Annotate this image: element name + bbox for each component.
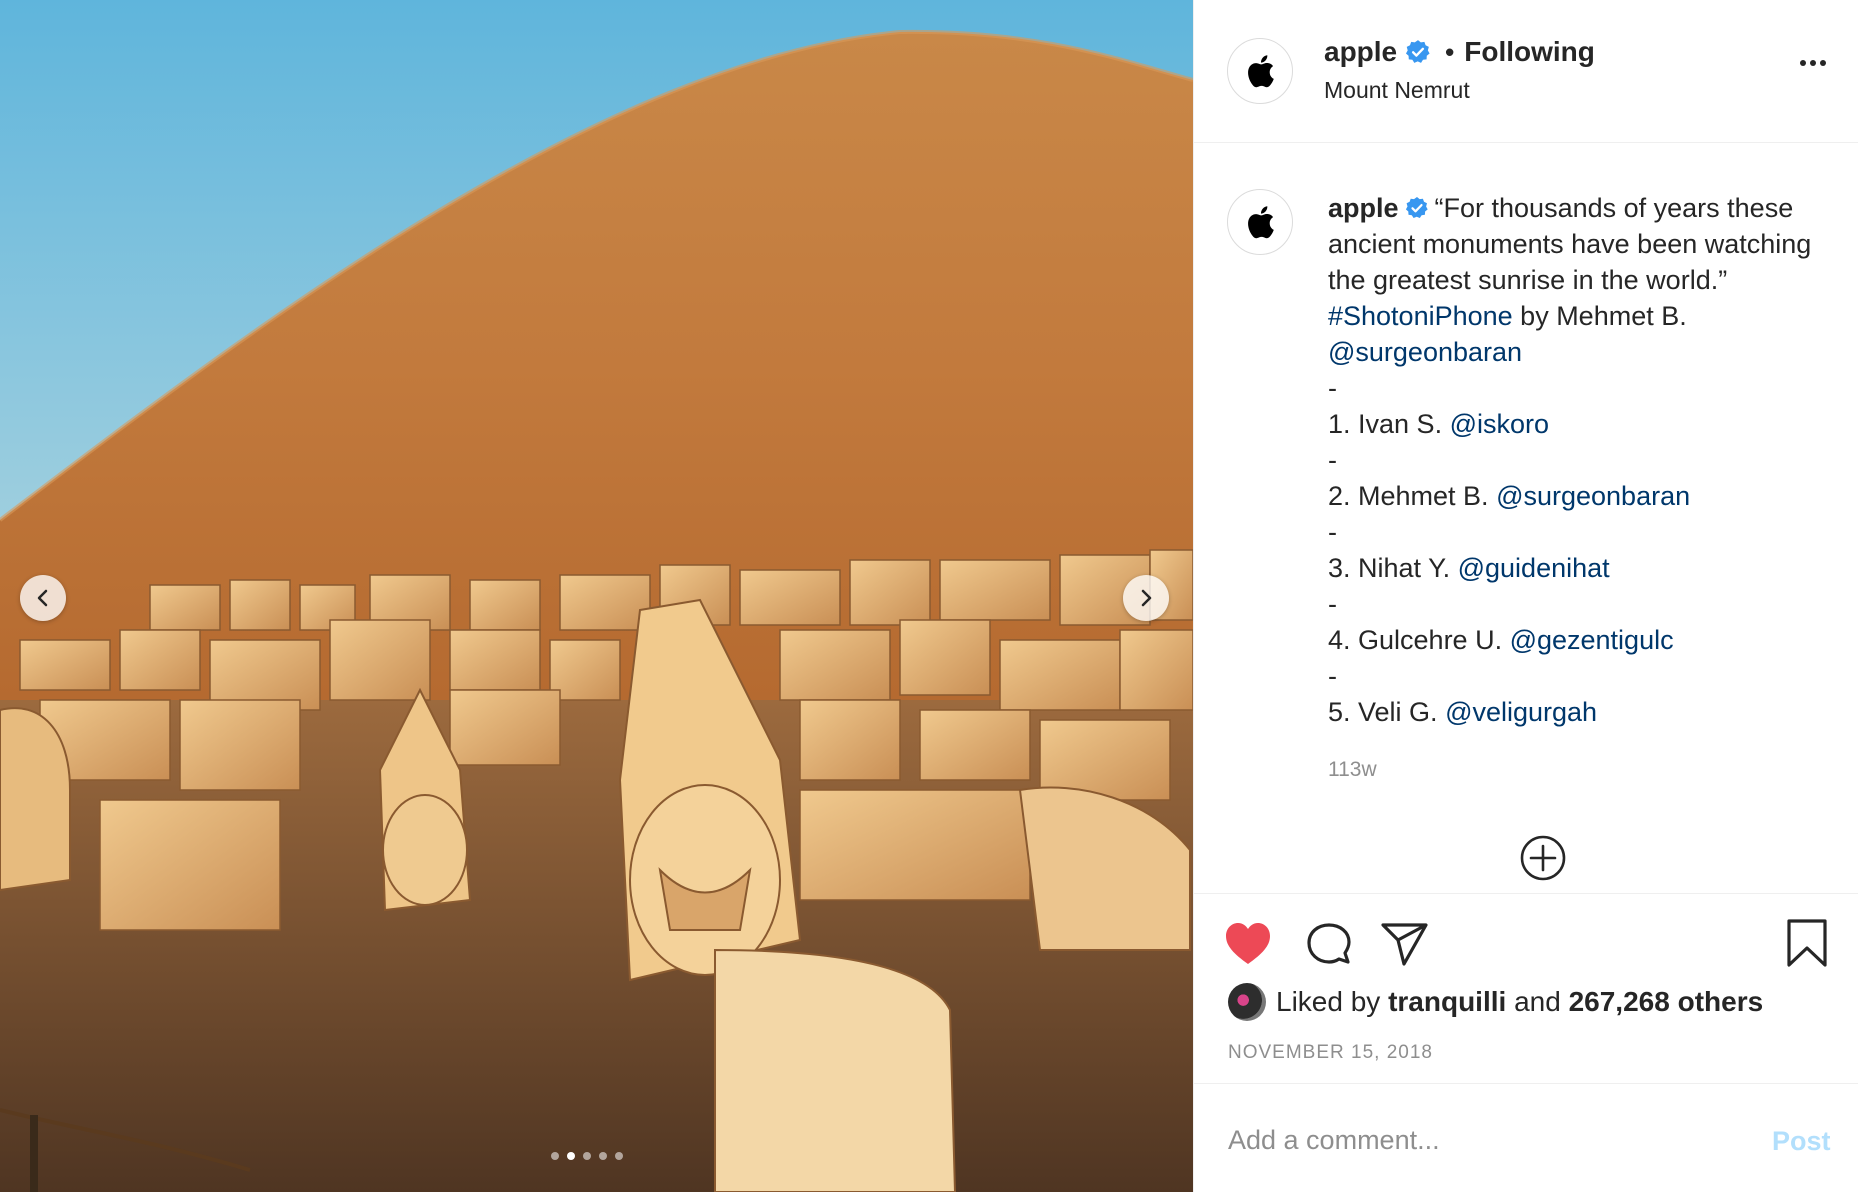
post-header: apple • Following Mount Nemrut <box>1194 0 1858 143</box>
mention-link[interactable]: @surgeonbaran <box>1328 337 1522 367</box>
credit-handle-link[interactable]: @veligurgah <box>1445 697 1597 727</box>
credit-separator: - <box>1328 445 1337 475</box>
carousel-dot <box>599 1152 607 1160</box>
heart-icon[interactable] <box>1224 922 1272 966</box>
credit-separator: - <box>1328 589 1337 619</box>
credit-label: 5. Veli G. <box>1328 697 1446 727</box>
comment-input[interactable] <box>1228 1120 1708 1160</box>
more-options-icon[interactable] <box>1800 60 1826 66</box>
add-circle-icon[interactable] <box>1519 834 1567 882</box>
caption-avatar[interactable] <box>1227 189 1293 255</box>
likes-summary: Liked by tranquilli and 267,268 others <box>1228 983 1763 1021</box>
credit-label: 3. Nihat Y. <box>1328 553 1458 583</box>
apple-logo-icon <box>1248 55 1274 88</box>
credit-item: 4. Gulcehre U. @gezentigulc <box>1328 622 1833 658</box>
post-caption: apple “For thousands of years these anci… <box>1328 190 1833 730</box>
chevron-left-icon <box>37 589 48 607</box>
likes-middle: and <box>1506 986 1569 1017</box>
caption-username[interactable]: apple <box>1328 193 1399 223</box>
header-separator: • <box>1445 36 1455 67</box>
credit-separator: - <box>1328 373 1337 403</box>
carousel-dot <box>567 1152 575 1160</box>
credit-handle-link[interactable]: @iskoro <box>1450 409 1549 439</box>
verified-badge-icon <box>1405 197 1428 218</box>
credit-separator: - <box>1328 661 1337 691</box>
comment-icon[interactable] <box>1304 922 1354 970</box>
post-author: apple • Following <box>1324 36 1595 68</box>
post-photo[interactable] <box>0 0 1193 1192</box>
post-location[interactable]: Mount Nemrut <box>1324 77 1470 104</box>
comment-bar: Post <box>1194 1083 1858 1192</box>
chevron-right-icon <box>1141 589 1152 607</box>
post-sidebar: apple • Following Mount Nemrut apple “Fo… <box>1193 0 1858 1192</box>
credit-item: 1. Ivan S. @iskoro <box>1328 406 1833 442</box>
post-comment-button[interactable]: Post <box>1772 1126 1831 1157</box>
credit-label: 4. Gulcehre U. <box>1328 625 1510 655</box>
carousel-dot <box>551 1152 559 1160</box>
carousel-dot <box>583 1152 591 1160</box>
photo-scene <box>0 0 1193 1192</box>
liker-username[interactable]: tranquilli <box>1388 986 1506 1018</box>
carousel-next-button[interactable] <box>1123 575 1169 621</box>
credit-item: 5. Veli G. @veligurgah <box>1328 694 1833 730</box>
credit-item: 2. Mehmet B. @surgeonbaran <box>1328 478 1833 514</box>
share-icon[interactable] <box>1380 922 1430 968</box>
avatar[interactable] <box>1227 38 1293 104</box>
caption-by: by Mehmet B. <box>1512 301 1687 331</box>
bookmark-icon[interactable] <box>1786 918 1828 968</box>
verified-badge-icon <box>1406 40 1430 63</box>
likes-count[interactable]: 267,268 others <box>1569 986 1764 1018</box>
credit-item: 3. Nihat Y. @guidenihat <box>1328 550 1833 586</box>
credit-handle-link[interactable]: @gezentigulc <box>1510 625 1674 655</box>
credit-handle-link[interactable]: @guidenihat <box>1458 553 1610 583</box>
carousel-prev-button[interactable] <box>20 575 66 621</box>
credits-list: -1. Ivan S. @iskoro -2. Mehmet B. @surgeo… <box>1328 370 1833 730</box>
credit-label: 1. Ivan S. <box>1328 409 1450 439</box>
apple-logo-icon <box>1248 206 1274 239</box>
caption-timestamp[interactable]: 113w <box>1328 758 1377 782</box>
credit-handle-link[interactable]: @surgeonbaran <box>1496 481 1690 511</box>
caption-text: “For thousands of years these ancient mo… <box>1328 193 1812 295</box>
post-actions: Liked by tranquilli and 267,268 others N… <box>1194 893 1858 1083</box>
hashtag-link[interactable]: #ShotoniPhone <box>1328 301 1513 331</box>
credit-separator: - <box>1328 517 1337 547</box>
carousel-dot <box>615 1152 623 1160</box>
author-username[interactable]: apple <box>1324 36 1397 68</box>
following-button[interactable]: Following <box>1464 36 1595 68</box>
carousel-indicator <box>551 1152 623 1160</box>
likes-prefix: Liked by <box>1276 986 1389 1017</box>
post-date[interactable]: NOVEMBER 15, 2018 <box>1228 1042 1433 1064</box>
credit-label: 2. Mehmet B. <box>1328 481 1497 511</box>
liker-avatar[interactable] <box>1228 983 1266 1021</box>
